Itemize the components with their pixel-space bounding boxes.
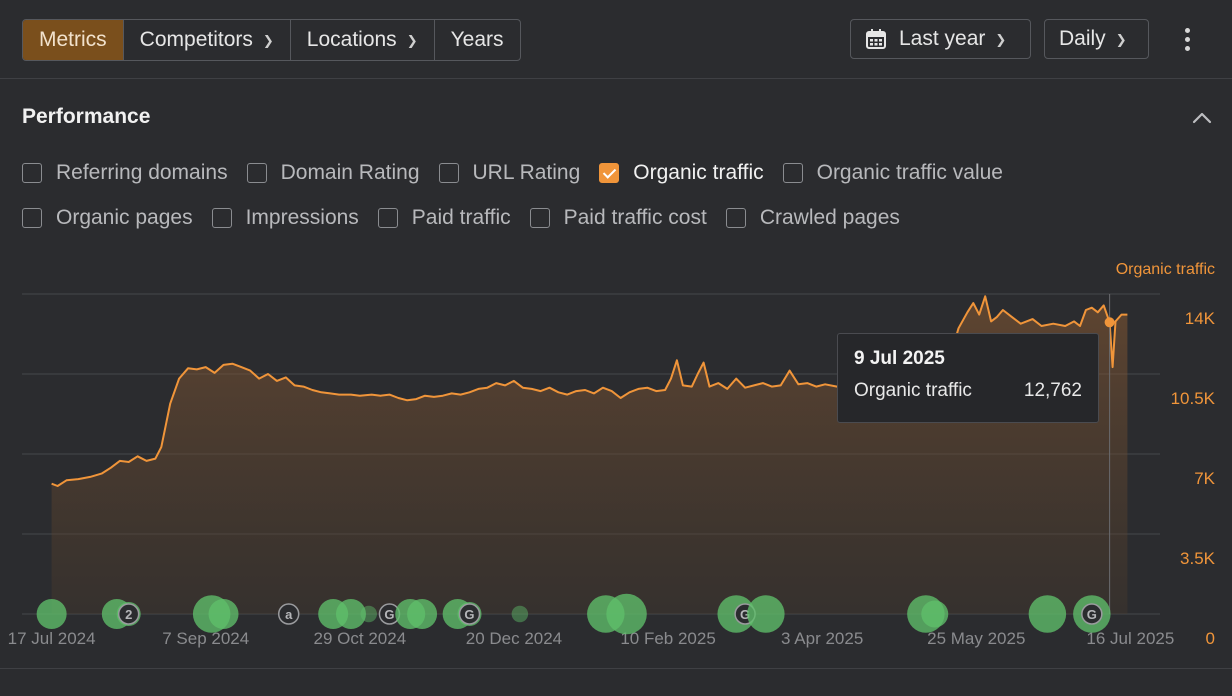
checkbox[interactable] [246, 163, 267, 183]
x-tick-label: 16 Jul 2025 [1086, 629, 1174, 648]
y-tick-label: 7K [1194, 469, 1215, 488]
metric-toggle-paid-traffic[interactable]: Paid traffic [377, 206, 511, 230]
tooltip-date: 9 Jul 2025 [854, 348, 945, 369]
event-marker [921, 600, 949, 628]
chevron-down-icon: ❯ [262, 33, 274, 48]
event-marker [360, 605, 377, 623]
x-tick-label: 3 Apr 2025 [781, 629, 863, 648]
checkbox[interactable] [211, 208, 232, 228]
checkbox[interactable] [22, 163, 42, 183]
tab-competitors-label: Competitors [139, 28, 253, 51]
event-badge-label: G [464, 607, 474, 622]
event-marker [1028, 595, 1067, 633]
metric-label: Impressions [245, 206, 359, 229]
y-tick-label: 0 [1206, 629, 1215, 648]
event-badge-label: G [384, 607, 394, 622]
metric-label: Organic traffic [633, 161, 764, 184]
y-tick-label: 3.5K [1180, 549, 1216, 568]
checkbox-checked[interactable] [599, 163, 620, 183]
metric-toggle-crawled-pages[interactable]: Crawled pages [725, 206, 900, 230]
chevron-up-icon[interactable] [1190, 110, 1214, 126]
metric-toggle-domain-rating[interactable]: Domain Rating [246, 161, 420, 185]
metric-label: URL Rating [472, 161, 581, 184]
metric-toggle-organic-traffic-value[interactable]: Organic traffic value [782, 161, 1003, 185]
tab-locations-label: Locations [306, 28, 397, 51]
divider [0, 668, 1232, 669]
chevron-down-icon: ❯ [995, 32, 1007, 47]
metric-toggle-referring-domains[interactable]: Referring domains [22, 161, 228, 185]
granularity-dropdown[interactable]: Daily ❯ [1044, 19, 1149, 59]
tab-metrics-label: Metrics [39, 28, 107, 51]
checkbox[interactable] [438, 163, 459, 183]
event-marker [747, 595, 785, 633]
event-marker [208, 599, 239, 629]
metric-toggle-organic-traffic[interactable]: Organic traffic [599, 161, 764, 185]
checkbox[interactable] [377, 208, 398, 228]
checkbox[interactable] [529, 208, 550, 228]
y-tick-label: 10.5K [1171, 389, 1216, 408]
metric-label: Organic pages [56, 206, 193, 229]
metric-label: Organic traffic value [816, 161, 1003, 184]
event-badge-label: 2 [125, 607, 132, 622]
period-label: Last year [899, 27, 986, 50]
checkbox[interactable] [725, 208, 746, 228]
metric-toggles-row-1: Referring domains Domain Rating URL Rati… [22, 158, 1022, 188]
checkbox[interactable] [782, 163, 803, 183]
metric-toggle-organic-pages[interactable]: Organic pages [22, 206, 193, 230]
event-badge-label: a [285, 607, 293, 622]
event-marker [511, 605, 529, 623]
tooltip-metric: Organic traffic [854, 380, 972, 401]
x-tick-label: 17 Jul 2024 [8, 629, 96, 648]
y-tick-label: 14K [1185, 309, 1216, 328]
chart-tooltip: 9 Jul 2025 Organic traffic 12,762 [837, 333, 1099, 423]
metric-label: Domain Rating [280, 161, 420, 184]
tab-metrics[interactable]: Metrics [23, 20, 124, 60]
highlight-point [1104, 317, 1115, 328]
x-tick-label: 29 Oct 2024 [314, 629, 407, 648]
y-axis-title: Organic traffic [1116, 261, 1215, 278]
x-tick-label: 7 Sep 2024 [162, 629, 249, 648]
tab-locations[interactable]: Locations ❯ [291, 20, 435, 60]
organic-traffic-chart[interactable]: Organic traffic 0 3.5K 7K 10.5K 14K 17 Jul 202… [0, 250, 1232, 660]
tab-years-label: Years [450, 28, 504, 51]
metric-toggles-row-2: Organic pages Impressions Paid traffic P… [22, 203, 919, 233]
period-dropdown[interactable]: Last year ❯ [850, 19, 1031, 59]
granularity-label: Daily [1059, 27, 1106, 50]
tab-competitors[interactable]: Competitors ❯ [124, 20, 291, 60]
event-marker [36, 599, 67, 629]
event-marker [606, 593, 647, 635]
kebab-icon[interactable] [1178, 22, 1198, 56]
x-tick-label: 25 May 2025 [927, 629, 1025, 648]
view-tabs: Metrics Competitors ❯ Locations ❯ Years [22, 19, 521, 61]
metric-label: Crawled pages [759, 206, 900, 229]
x-tick-label: 20 Dec 2024 [466, 629, 562, 648]
tab-years[interactable]: Years [435, 20, 520, 60]
metric-toggle-paid-traffic-cost[interactable]: Paid traffic cost [529, 206, 707, 230]
toolbar: Metrics Competitors ❯ Locations ❯ Years La… [0, 0, 1232, 79]
chevron-down-icon: ❯ [1115, 32, 1127, 47]
metric-label: Paid traffic cost [563, 206, 707, 229]
checkbox[interactable] [22, 208, 42, 228]
tooltip-value: 12,762 [1023, 380, 1082, 401]
metric-toggle-impressions[interactable]: Impressions [211, 206, 359, 230]
metric-label: Referring domains [56, 161, 228, 184]
event-badge-label: G [1087, 607, 1097, 622]
section-title: Performance [22, 105, 151, 128]
event-marker [407, 599, 438, 629]
metric-label: Paid traffic [411, 206, 511, 229]
metric-toggle-url-rating[interactable]: URL Rating [438, 161, 581, 185]
calendar-icon [866, 29, 886, 49]
chevron-down-icon: ❯ [406, 33, 418, 48]
